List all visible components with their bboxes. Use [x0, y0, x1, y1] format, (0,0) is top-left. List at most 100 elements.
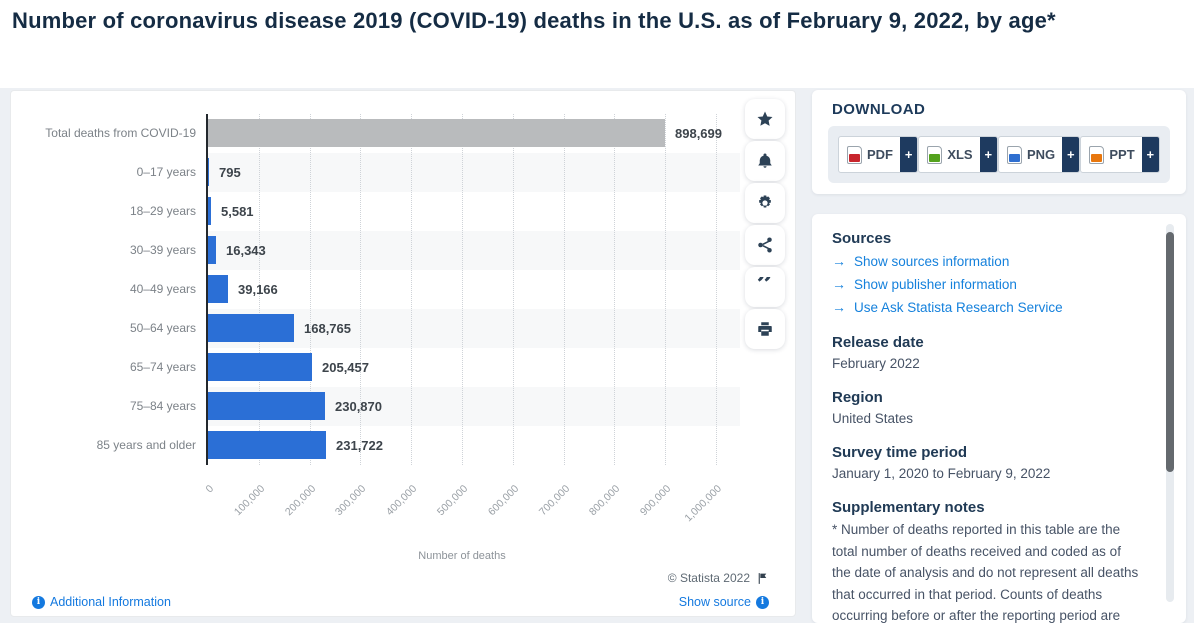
category-label: 18–29 years	[130, 192, 196, 231]
x-tick-label: 600,000	[486, 483, 521, 518]
sources-heading: Sources	[832, 230, 1142, 247]
chart-row: 0–17 years795	[208, 153, 748, 192]
category-label: 75–84 years	[130, 387, 196, 426]
bar-value-label: 230,870	[335, 387, 382, 426]
bar-segment[interactable]	[208, 314, 294, 342]
show-sources-information-label: Show sources information	[854, 251, 1009, 273]
category-label: 30–39 years	[130, 231, 196, 270]
info-icon	[756, 596, 769, 609]
star-icon	[756, 110, 774, 128]
additional-information-link[interactable]: Additional Information	[32, 595, 171, 609]
x-tick-label: 700,000	[537, 483, 572, 518]
show-source-label: Show source	[679, 595, 751, 609]
flag-icon[interactable]	[756, 572, 769, 585]
copyright-line: © Statista 2022	[668, 571, 769, 585]
bar-total[interactable]	[208, 119, 665, 147]
settings-button[interactable]	[745, 183, 785, 223]
quote-icon: ”	[756, 277, 773, 297]
region-heading: Region	[832, 389, 1142, 406]
region-value: United States	[832, 409, 1142, 429]
survey-period-value: January 1, 2020 to February 9, 2022	[832, 464, 1142, 484]
chart-row: 40–49 years39,166	[208, 270, 748, 309]
bar-chart: Total deaths from COVID-19898,6990–17 ye…	[208, 114, 748, 465]
print-button[interactable]	[745, 309, 785, 349]
x-tick-label: 400,000	[384, 483, 419, 518]
category-label: 40–49 years	[130, 270, 196, 309]
bar-value-label: 231,722	[336, 426, 383, 465]
ppt-label: PPT	[1109, 147, 1134, 162]
download-png-main: PNG	[999, 137, 1062, 172]
sidebar-scrollbar-thumb[interactable]	[1166, 232, 1174, 472]
xls-file-icon	[927, 146, 942, 164]
xls-label: XLS	[947, 147, 972, 162]
chart-row: 50–64 years168,765	[208, 309, 748, 348]
arrow-right-icon	[832, 250, 846, 273]
bar-segment[interactable]	[208, 158, 209, 186]
release-date-heading: Release date	[832, 334, 1142, 351]
bar-value-label: 205,457	[322, 348, 369, 387]
x-tick-label: 100,000	[232, 483, 267, 518]
bar-segment[interactable]	[208, 431, 326, 459]
category-label: 85 years and older	[97, 426, 196, 465]
show-sources-information-link[interactable]: Show sources information	[832, 250, 1142, 273]
download-ppt-button[interactable]: PPT +	[1080, 136, 1160, 173]
ppt-options-plus-button[interactable]: +	[1142, 137, 1159, 172]
release-date-value: February 2022	[832, 354, 1142, 374]
survey-period-heading: Survey time period	[832, 444, 1142, 461]
statistic-metadata-card: Sources Show sources information Show pu…	[812, 214, 1186, 623]
chart-row: 65–74 years205,457	[208, 348, 748, 387]
cite-button[interactable]: ”	[745, 267, 785, 307]
sidebar-scrollbar-track[interactable]	[1166, 224, 1174, 602]
png-file-icon	[1007, 146, 1022, 164]
png-label: PNG	[1027, 147, 1055, 162]
additional-information-label: Additional Information	[50, 595, 171, 609]
bell-icon	[756, 152, 774, 170]
bar-value-label: 898,699	[675, 114, 722, 153]
chart-row: 75–84 years230,870	[208, 387, 748, 426]
chart-row: Total deaths from COVID-19898,699	[208, 114, 748, 153]
download-card: DOWNLOAD PDF + XLS + PNG +	[812, 90, 1186, 194]
xls-options-plus-button[interactable]: +	[980, 137, 997, 172]
supplementary-notes-heading: Supplementary notes	[832, 499, 1142, 516]
pdf-file-icon	[847, 146, 862, 164]
bar-value-label: 168,765	[304, 309, 351, 348]
bar-segment[interactable]	[208, 275, 228, 303]
printer-icon	[756, 320, 774, 338]
x-tick-label: 900,000	[638, 483, 673, 518]
share-button[interactable]	[745, 225, 785, 265]
chart-row: 30–39 years16,343	[208, 231, 748, 270]
download-pdf-button[interactable]: PDF +	[838, 136, 918, 173]
x-tick-label: 800,000	[587, 483, 622, 518]
category-label: 65–74 years	[130, 348, 196, 387]
category-label: Total deaths from COVID-19	[45, 114, 196, 153]
bar-segment[interactable]	[208, 197, 211, 225]
download-heading: DOWNLOAD	[832, 101, 925, 118]
x-tick-label: 1,000,000	[683, 483, 725, 525]
ask-statista-research-service-link[interactable]: Use Ask Statista Research Service	[832, 296, 1142, 319]
png-options-plus-button[interactable]: +	[1062, 137, 1079, 172]
x-axis-title: Number of deaths	[208, 550, 716, 562]
arrow-right-icon	[832, 296, 846, 319]
download-png-button[interactable]: PNG +	[998, 136, 1080, 173]
page-title: Number of coronavirus disease 2019 (COVI…	[0, 0, 1194, 37]
show-publisher-information-link[interactable]: Show publisher information	[832, 273, 1142, 296]
bar-segment[interactable]	[208, 353, 312, 381]
download-button-tray: PDF + XLS + PNG + PPT +	[828, 126, 1170, 183]
share-icon	[756, 236, 774, 254]
copyright-text: © Statista 2022	[668, 571, 750, 585]
download-xls-button[interactable]: XLS +	[918, 136, 998, 173]
bar-value-label: 16,343	[226, 231, 266, 270]
show-publisher-information-label: Show publisher information	[854, 274, 1017, 296]
alert-bell-button[interactable]	[745, 141, 785, 181]
favorite-star-button[interactable]	[745, 99, 785, 139]
pdf-label: PDF	[867, 147, 893, 162]
page-header: Number of coronavirus disease 2019 (COVI…	[0, 0, 1194, 88]
download-xls-main: XLS	[919, 137, 979, 172]
pdf-options-plus-button[interactable]: +	[900, 137, 917, 172]
bar-segment[interactable]	[208, 236, 216, 264]
bar-segment[interactable]	[208, 392, 325, 420]
bar-value-label: 795	[219, 153, 241, 192]
ppt-file-icon	[1089, 146, 1104, 164]
gear-icon	[756, 194, 774, 212]
show-source-link[interactable]: Show source	[679, 595, 769, 609]
